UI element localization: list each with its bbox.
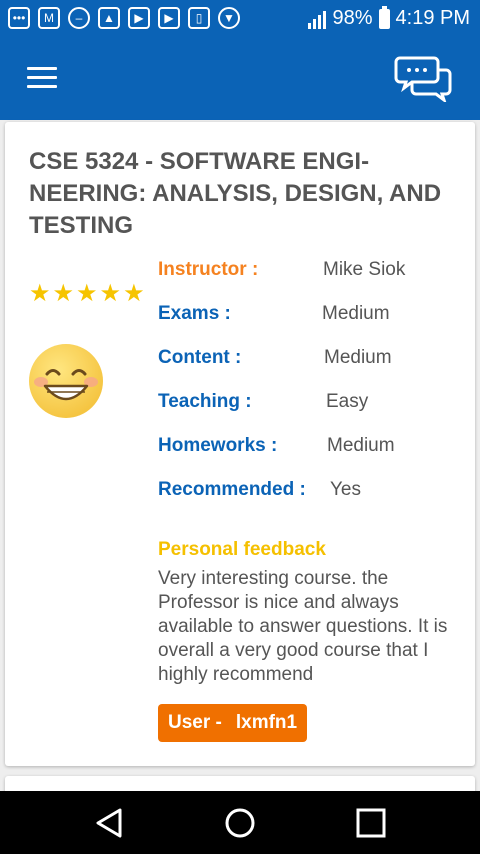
detail-label: Content :: [158, 347, 242, 368]
smiling-face-icon: [27, 342, 105, 420]
detail-label: Teaching :: [158, 391, 252, 412]
user-badge: User - lxmfn1: [158, 704, 308, 742]
navigation-bar: [0, 791, 480, 854]
do-not-disturb-icon: –: [68, 7, 90, 29]
detail-label: Exams :: [158, 303, 231, 324]
rating-stars: ★ ★ ★ ★ ★: [29, 282, 145, 306]
app-bar: [0, 36, 480, 120]
detail-label: Instructor :: [158, 259, 259, 280]
detail-value: Yes: [330, 479, 361, 500]
user-name: lxmfn1: [235, 712, 298, 733]
detail-label: Homeworks :: [158, 435, 278, 456]
signal-icon: [308, 9, 327, 29]
back-triangle-icon[interactable]: [90, 805, 130, 841]
youtube-icon: ▶: [128, 7, 150, 29]
course-review-card: CSE 5324 - SOFTWARE ENGI-NEERING: ANALYS…: [5, 122, 475, 766]
chat-bubbles-icon[interactable]: [394, 56, 454, 105]
hamburger-menu-icon[interactable]: [27, 67, 57, 89]
clock: 4:19 PM: [395, 7, 470, 29]
star-icon: ★: [76, 280, 98, 307]
battery-percent: 98%: [332, 7, 373, 29]
gmail-icon: M: [38, 7, 60, 29]
detail-value: Medium: [324, 347, 392, 368]
status-bar: ••• M – ▲ ▶ ▶ ▯ ▼ 98% 4:19 PM: [0, 0, 480, 36]
detail-label: Recommended :: [158, 479, 306, 500]
battery-icon: [378, 5, 390, 29]
vibrate-icon: ▯: [188, 7, 210, 29]
star-icon: ★: [123, 280, 145, 307]
youtube-icon-2: ▶: [158, 7, 180, 29]
star-icon: ★: [52, 280, 75, 307]
detail-value: Medium: [327, 435, 395, 456]
gallery-icon: ▲: [98, 7, 120, 29]
feedback-text: Very interesting course. the Professor i…: [158, 568, 448, 685]
star-icon: ★: [29, 280, 51, 307]
detail-value: Medium: [322, 303, 390, 324]
course-title: CSE 5324 - SOFTWARE ENGI-NEERING: ANALYS…: [29, 148, 442, 239]
detail-value: Easy: [326, 391, 369, 412]
detail-value: Mike Siok: [323, 259, 406, 280]
star-icon: ★: [99, 280, 122, 307]
wifi-icon: ▼: [218, 7, 240, 29]
feedback-title: Personal feedback: [158, 539, 326, 560]
recents-square-icon[interactable]: [350, 805, 390, 841]
messages-icon: •••: [8, 7, 30, 29]
user-label: User -: [168, 712, 222, 733]
home-circle-icon[interactable]: [220, 805, 260, 841]
notification-icons: ••• M – ▲ ▶ ▶ ▯ ▼: [8, 7, 240, 29]
